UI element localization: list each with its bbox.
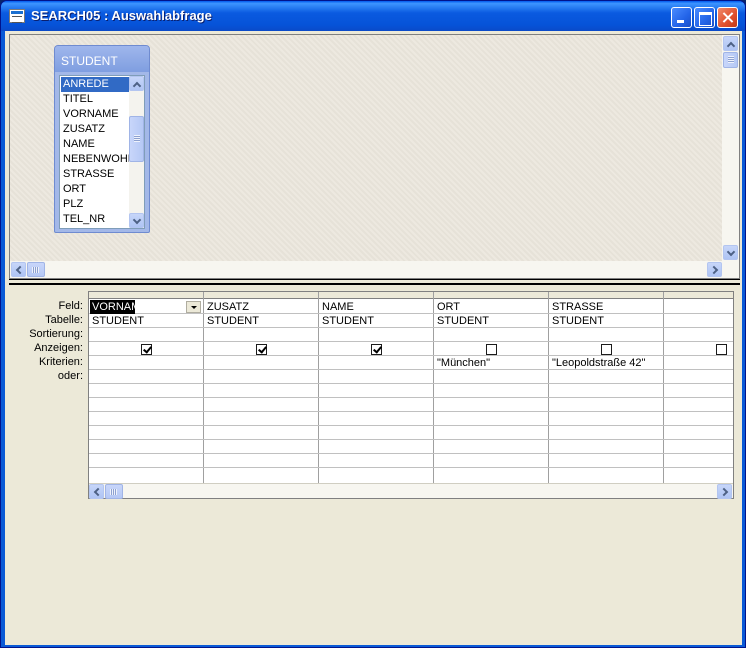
- sort-cell-1[interactable]: [90, 328, 202, 342]
- minimize-button[interactable]: [671, 7, 692, 28]
- row-separator: [89, 383, 733, 384]
- row-label-sort: Sortierung:: [29, 328, 83, 340]
- table-pane[interactable]: STUDENT ANREDE TITEL VORNAME ZUSATZ NAME…: [9, 34, 740, 279]
- table-cell-3[interactable]: STUDENT: [320, 314, 432, 328]
- sort-cell-4[interactable]: [435, 328, 547, 342]
- window-title: SEARCH05 : Auswahlabfrage: [31, 8, 212, 23]
- column-separator[interactable]: [433, 292, 434, 483]
- scroll-thumb[interactable]: [723, 52, 738, 68]
- row-separator: [89, 467, 733, 468]
- scroll-right-arrow-icon[interactable]: [707, 262, 722, 277]
- show-checkbox-5[interactable]: [601, 344, 612, 355]
- title-bar[interactable]: SEARCH05 : Auswahlabfrage: [1, 1, 745, 31]
- field-cell-5[interactable]: STRASSE: [550, 300, 662, 314]
- row-label-field: Feld:: [58, 300, 83, 312]
- show-checkbox-4[interactable]: [486, 344, 497, 355]
- scroll-thumb[interactable]: [105, 484, 123, 499]
- show-checkbox-6[interactable]: [716, 344, 727, 355]
- criteria-cell-1[interactable]: [90, 356, 202, 370]
- show-checkbox-2[interactable]: [256, 344, 267, 355]
- field-list-title[interactable]: STUDENT: [55, 46, 149, 72]
- field-list-scrollbar[interactable]: [129, 76, 144, 228]
- field-item-nebenwohn[interactable]: NEBENWOHN: [61, 152, 129, 167]
- field-cell-6[interactable]: [665, 300, 731, 314]
- row-label-show: Anzeigen:: [34, 342, 83, 354]
- show-checkbox-3[interactable]: [371, 344, 382, 355]
- field-dropdown-chevron-down-icon[interactable]: [186, 301, 201, 313]
- criteria-cell-3[interactable]: [320, 356, 432, 370]
- design-grid-horizontal-scrollbar[interactable]: [89, 483, 733, 499]
- table-cell-4[interactable]: STUDENT: [435, 314, 547, 328]
- field-item-plz[interactable]: PLZ: [61, 197, 129, 212]
- column-separator[interactable]: [318, 292, 319, 483]
- criteria-cell-5[interactable]: "Leopoldstraße 42": [550, 356, 662, 370]
- scroll-left-arrow-icon[interactable]: [11, 262, 26, 277]
- query-design-window: SEARCH05 : Auswahlabfrage STUDENT ANREDE…: [0, 0, 746, 648]
- field-item-vorname[interactable]: VORNAME: [61, 107, 129, 122]
- table-pane-vertical-scrollbar[interactable]: [722, 35, 739, 263]
- scroll-up-arrow-icon[interactable]: [129, 76, 144, 91]
- student-field-list[interactable]: STUDENT ANREDE TITEL VORNAME ZUSATZ NAME…: [54, 45, 150, 233]
- window-client-area: STUDENT ANREDE TITEL VORNAME ZUSATZ NAME…: [5, 31, 742, 645]
- row-label-or: oder:: [57, 370, 83, 382]
- scroll-thumb[interactable]: [129, 116, 144, 162]
- table-cell-2[interactable]: STUDENT: [205, 314, 317, 328]
- table-cell-5[interactable]: STUDENT: [550, 314, 662, 328]
- maximize-button[interactable]: [694, 7, 715, 28]
- field-cell-1[interactable]: VORNAME: [90, 300, 135, 314]
- show-checkbox-1[interactable]: [141, 344, 152, 355]
- scroll-down-arrow-icon[interactable]: [723, 245, 738, 260]
- scroll-thumb[interactable]: [27, 262, 45, 277]
- column-separator[interactable]: [203, 292, 204, 483]
- row-separator: [89, 425, 733, 426]
- field-cell-2[interactable]: ZUSATZ: [205, 300, 317, 314]
- field-listbox[interactable]: ANREDE TITEL VORNAME ZUSATZ NAME NEBENWO…: [59, 75, 145, 229]
- column-separator[interactable]: [548, 292, 549, 483]
- field-cell-4[interactable]: ORT: [435, 300, 547, 314]
- sort-cell-3[interactable]: [320, 328, 432, 342]
- scroll-right-arrow-icon[interactable]: [717, 484, 732, 499]
- field-item-name[interactable]: NAME: [61, 137, 129, 152]
- scroll-left-arrow-icon[interactable]: [89, 484, 104, 499]
- sort-cell-5[interactable]: [550, 328, 662, 342]
- scroll-up-arrow-icon[interactable]: [723, 36, 738, 51]
- field-item-anrede[interactable]: ANREDE: [61, 77, 129, 92]
- row-label-table: Tabelle:: [45, 314, 83, 326]
- row-separator: [89, 439, 733, 440]
- sort-cell-2[interactable]: [205, 328, 317, 342]
- field-cell-3[interactable]: NAME: [320, 300, 432, 314]
- table-cell-1[interactable]: STUDENT: [90, 314, 202, 328]
- close-button[interactable]: [717, 7, 738, 28]
- field-item-titel[interactable]: TITEL: [61, 92, 129, 107]
- field-item-ort[interactable]: ORT: [61, 182, 129, 197]
- row-separator: [89, 453, 733, 454]
- criteria-cell-2[interactable]: [205, 356, 317, 370]
- field-item-tel-nr[interactable]: TEL_NR: [61, 212, 129, 227]
- field-item-strasse[interactable]: STRASSE: [61, 167, 129, 182]
- row-separator: [89, 397, 733, 398]
- query-window-icon[interactable]: [9, 9, 25, 23]
- criteria-cell-4[interactable]: "München": [435, 356, 547, 370]
- column-separator[interactable]: [663, 292, 664, 483]
- column-selector-bar[interactable]: [89, 292, 733, 299]
- row-label-criteria: Kriterien:: [38, 356, 83, 368]
- scroll-down-arrow-icon[interactable]: [129, 213, 144, 228]
- row-separator: [89, 411, 733, 412]
- pane-splitter[interactable]: [9, 279, 740, 285]
- query-design-grid[interactable]: VORNAME STUDENT ZUSATZ STUDENT NAME STUD…: [88, 291, 734, 499]
- field-item-zusatz[interactable]: ZUSATZ: [61, 122, 129, 137]
- table-pane-horizontal-scrollbar[interactable]: [10, 261, 739, 278]
